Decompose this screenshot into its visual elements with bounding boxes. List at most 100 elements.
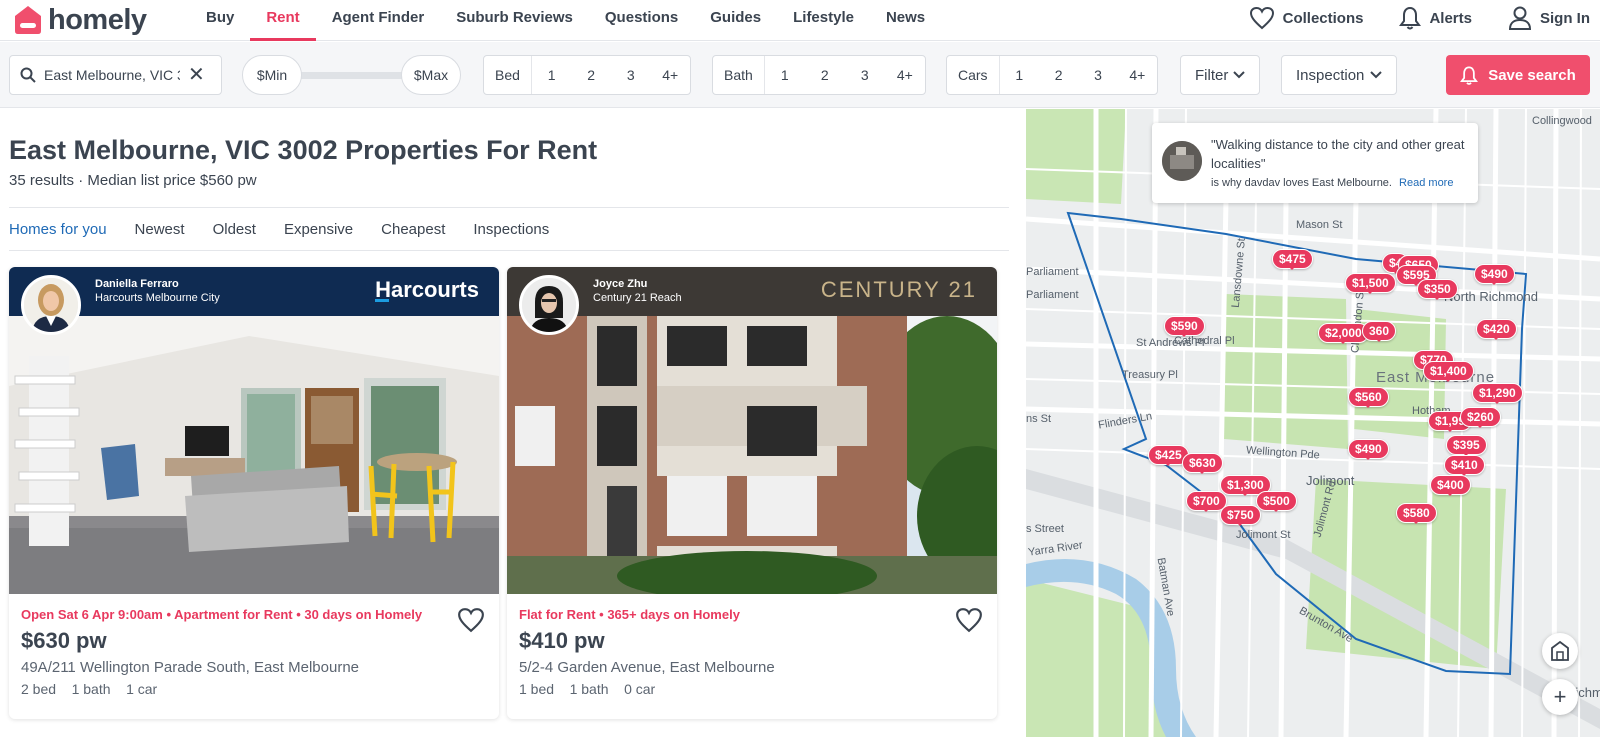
nav-lifestyle[interactable]: Lifestyle [777, 0, 870, 41]
user-icon [1508, 6, 1532, 30]
agent-avatar [519, 275, 579, 335]
price-pin[interactable]: $400 [1430, 475, 1471, 496]
price-pin[interactable]: $410 [1444, 455, 1485, 476]
price-pin[interactable]: $1,290 [1472, 383, 1523, 404]
alerts-link[interactable]: Alerts [1399, 5, 1472, 31]
cars-option-1[interactable]: 1 [1000, 67, 1039, 83]
street-label: Collingwood [1532, 115, 1592, 127]
price-pin[interactable]: $580 [1396, 503, 1437, 524]
cars-option-4-plus[interactable]: 4+ [1118, 67, 1157, 83]
listing-card[interactable]: Daniella Ferraro Harcourts Melbourne Cit… [9, 267, 499, 719]
inspection-dropdown[interactable]: Inspection [1281, 55, 1397, 95]
homely-logo[interactable]: homely [12, 3, 147, 37]
listing-photo[interactable] [9, 316, 499, 594]
price-pin[interactable]: $500 [1256, 491, 1297, 512]
street-label: Treasury Pl [1122, 369, 1178, 381]
chevron-down-icon [1370, 71, 1382, 79]
suburb-review-card[interactable]: "Walking distance to the city and other … [1152, 123, 1478, 203]
brand-name: homely [48, 3, 147, 36]
price-pin[interactable]: $1,400 [1423, 361, 1474, 382]
bed-option-1[interactable]: 1 [532, 67, 572, 83]
bath-selector: Bath 1 2 3 4+ [712, 55, 926, 95]
location-search-input[interactable] [44, 67, 180, 83]
price-pin[interactable]: 360 [1362, 321, 1397, 342]
cars-option-2[interactable]: 2 [1039, 67, 1078, 83]
favourite-heart-icon[interactable] [457, 607, 485, 633]
results-map[interactable]: Collingwood Parliament Parliament Flinde… [1026, 109, 1600, 737]
agent-office: Century 21 Reach [593, 292, 682, 304]
price-max-handle[interactable]: $Max [401, 55, 461, 95]
agent-banner[interactable]: Joyce Zhu Century 21 Reach CENTURY 21 [507, 267, 997, 335]
favourite-heart-icon[interactable] [955, 607, 983, 633]
read-more-link[interactable]: Read more [1399, 177, 1453, 189]
price-pin[interactable]: $630 [1182, 453, 1223, 474]
filter-label: Filter [1195, 66, 1229, 84]
bed-label: Bed [484, 56, 532, 94]
nav-buy[interactable]: Buy [190, 0, 250, 41]
bell-icon [1460, 66, 1479, 85]
bed-option-2[interactable]: 2 [571, 67, 611, 83]
results-summary: 35 results · Median list price $560 pw [9, 172, 257, 189]
listing-address[interactable]: 49A/211 Wellington Parade South, East Me… [21, 659, 359, 676]
collections-link[interactable]: Collections [1249, 6, 1363, 30]
price-pin[interactable]: $560 [1348, 387, 1389, 408]
sort-tab-expensive[interactable]: Expensive [284, 221, 353, 238]
house-logo-icon [15, 6, 41, 34]
agent-office: Harcourts Melbourne City [95, 292, 220, 304]
nav-guides[interactable]: Guides [694, 0, 777, 41]
bed-option-4-plus[interactable]: 4+ [650, 67, 690, 83]
listing-address[interactable]: 5/2-4 Garden Avenue, East Melbourne [519, 659, 775, 676]
nav-rent[interactable]: Rent [250, 0, 317, 41]
agency-name: Harcourts [375, 277, 479, 302]
agent-banner[interactable]: Daniella Ferraro Harcourts Melbourne Cit… [9, 267, 499, 335]
cars-option-3[interactable]: 3 [1078, 67, 1117, 83]
price-pin[interactable]: $475 [1272, 249, 1313, 270]
bath-option-2[interactable]: 2 [805, 67, 845, 83]
listing-photo[interactable] [507, 316, 997, 594]
price-pin[interactable]: $590 [1164, 316, 1205, 337]
save-search-label: Save search [1488, 66, 1576, 84]
sort-tab-newest[interactable]: Newest [135, 221, 185, 238]
bath-option-4-plus[interactable]: 4+ [885, 67, 925, 83]
price-min-handle[interactable]: $Min [242, 55, 302, 95]
bed-option-3[interactable]: 3 [611, 67, 651, 83]
review-author-text: is why davdav loves East Melbourne. [1211, 177, 1392, 189]
zoom-in-button[interactable]: + [1542, 679, 1578, 715]
street-label: Mason St [1296, 219, 1343, 231]
location-search[interactable]: ✕ [9, 55, 222, 95]
agency-logo: Harcourts [375, 277, 479, 303]
price-pin[interactable]: $350 [1417, 279, 1458, 300]
clear-search-icon[interactable]: ✕ [188, 65, 205, 85]
account-nav: Collections Alerts Sign In [1213, 0, 1590, 36]
price-pin[interactable]: $1,500 [1345, 273, 1396, 294]
nav-suburb-reviews[interactable]: Suburb Reviews [440, 0, 589, 41]
nav-agent-finder[interactable]: Agent Finder [316, 0, 441, 41]
sort-tab-inspections[interactable]: Inspections [473, 221, 549, 238]
price-pin[interactable]: $700 [1186, 491, 1227, 512]
map-layer-button[interactable] [1542, 633, 1578, 669]
inspection-label: Inspection [1296, 66, 1365, 84]
price-pin[interactable]: $490 [1348, 439, 1389, 460]
price-pin[interactable]: $750 [1220, 505, 1261, 526]
sort-tab-homes-for-you[interactable]: Homes for you [9, 221, 107, 238]
price-pin[interactable]: $490 [1474, 264, 1515, 285]
bath-option-1[interactable]: 1 [765, 67, 805, 83]
heart-icon [1249, 6, 1274, 30]
price-pin[interactable]: $2,000 [1318, 323, 1369, 344]
listing-card[interactable]: Joyce Zhu Century 21 Reach CENTURY 21 Fl… [507, 267, 997, 719]
price-pin[interactable]: $420 [1476, 319, 1517, 340]
agent-avatar [21, 275, 81, 335]
sort-tab-oldest[interactable]: Oldest [213, 221, 256, 238]
price-range-slider[interactable]: $Min $Max [242, 55, 471, 95]
filter-dropdown[interactable]: Filter [1180, 55, 1260, 95]
price-pin[interactable]: $260 [1460, 407, 1501, 428]
price-pin[interactable]: $395 [1446, 435, 1487, 456]
nav-questions[interactable]: Questions [589, 0, 694, 41]
bath-option-3[interactable]: 3 [845, 67, 885, 83]
save-search-button[interactable]: Save search [1446, 55, 1590, 95]
listing-price: $410 pw [519, 628, 605, 653]
listing-price: $630 pw [21, 628, 107, 653]
sort-tab-cheapest[interactable]: Cheapest [381, 221, 445, 238]
sign-in-link[interactable]: Sign In [1508, 5, 1590, 31]
nav-news[interactable]: News [870, 0, 941, 41]
